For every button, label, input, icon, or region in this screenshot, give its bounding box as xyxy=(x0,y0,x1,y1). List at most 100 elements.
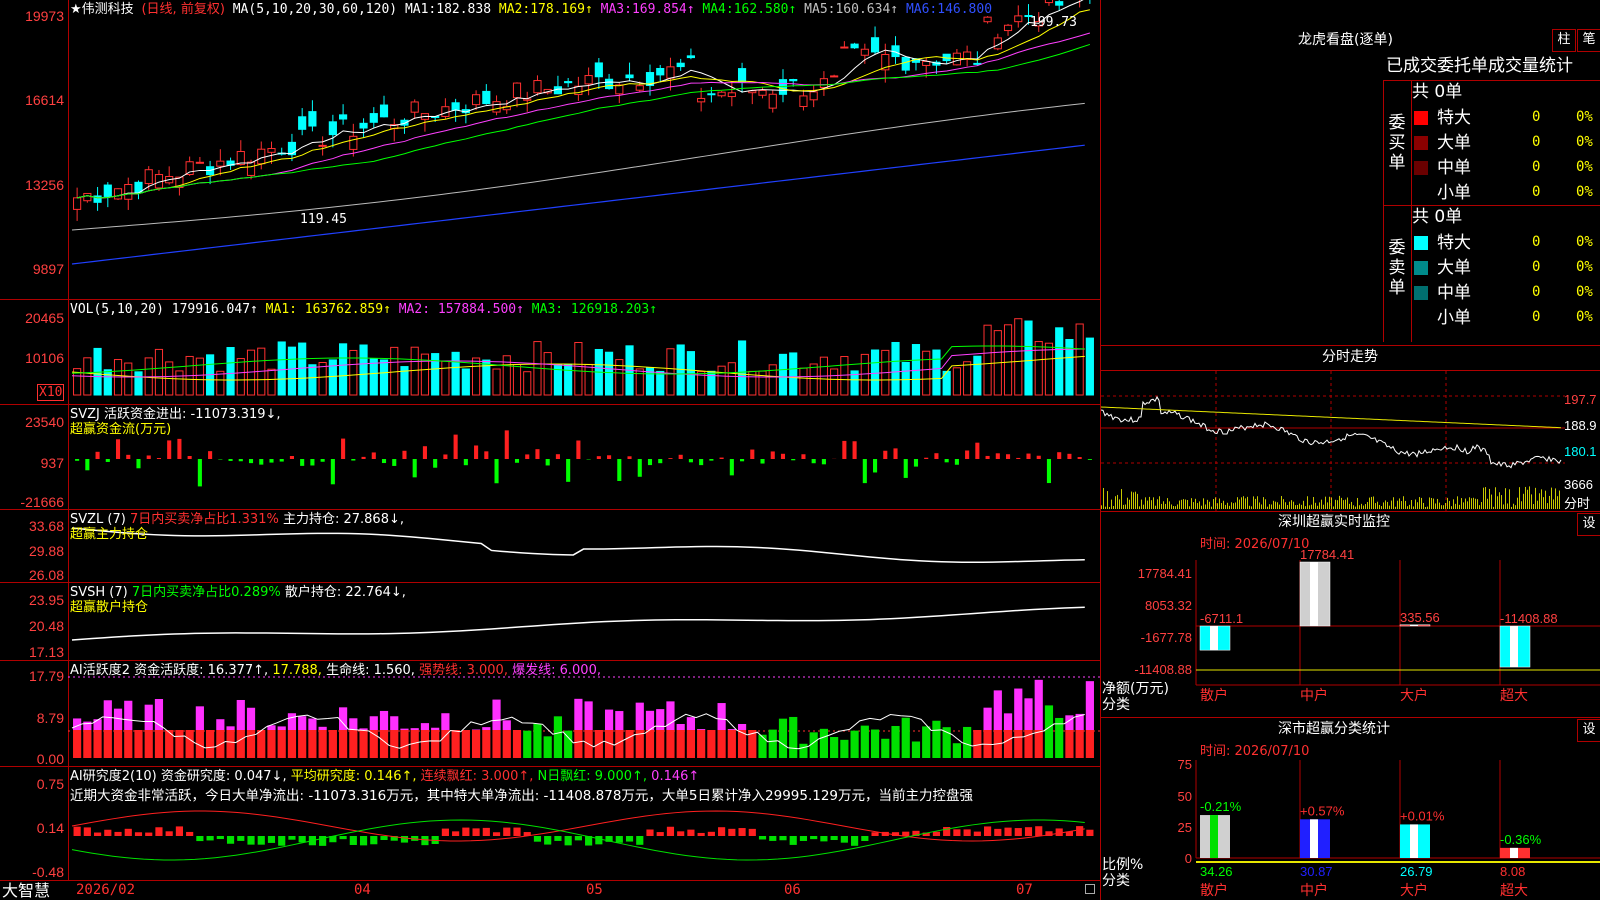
active-bar xyxy=(697,730,706,758)
bar-category: 散户 xyxy=(1200,687,1228,704)
tab-bar[interactable]: 柱 xyxy=(1552,29,1576,52)
kline-chart-canvas[interactable] xyxy=(0,0,1100,900)
intraday-y-2: 188.9 xyxy=(1564,418,1597,433)
intraday-vol-bar xyxy=(1459,504,1460,509)
research-bar xyxy=(1014,828,1022,836)
active-bar-top xyxy=(584,701,593,730)
vol-unit-badge[interactable]: X10 xyxy=(37,384,65,401)
flow-bar xyxy=(341,438,346,459)
research-bar xyxy=(216,836,224,840)
intraday-vol-bar xyxy=(1497,496,1498,509)
classstat-y-2: 25 xyxy=(1178,820,1192,835)
active-bar xyxy=(553,716,563,758)
intraday-vol-bar xyxy=(1107,491,1108,509)
intraday-vol-bar xyxy=(1439,502,1440,509)
classstat-ylabel: 比例% xyxy=(1102,857,1144,873)
flow-bar xyxy=(801,454,806,459)
candle-body xyxy=(615,84,624,95)
svsh-sub: 超赢散户持仓 xyxy=(70,600,149,615)
volume-bar xyxy=(1003,324,1013,396)
active-bar xyxy=(246,730,256,758)
candle-body xyxy=(727,92,736,98)
flow-bar xyxy=(637,459,642,477)
research-bar xyxy=(1076,826,1084,836)
intraday-vol-bar xyxy=(1189,506,1190,509)
intraday-vol-bar xyxy=(1255,498,1256,509)
active-bar xyxy=(973,730,982,758)
intraday-vol-bar xyxy=(1367,501,1368,509)
research-bar xyxy=(1004,827,1012,836)
research-bar xyxy=(196,836,204,842)
research-bar xyxy=(339,836,347,840)
intraday-vol-bar xyxy=(1485,487,1486,509)
active-bar xyxy=(819,728,828,758)
sell-row-1: 大单 0 0% xyxy=(1412,257,1600,279)
ma-line xyxy=(77,32,1091,199)
active-bar xyxy=(175,730,184,758)
active-bar-top xyxy=(369,716,378,730)
intraday-vol: 3666 xyxy=(1564,477,1593,492)
intraday-vol-bar xyxy=(1453,499,1454,509)
research-bar xyxy=(830,836,838,841)
classstat-settings-button[interactable]: 设 xyxy=(1577,719,1600,742)
monitor-settings-button[interactable]: 设 xyxy=(1577,513,1600,536)
ratio-bar-highlight xyxy=(1210,815,1218,858)
intraday-vol-bar xyxy=(1285,502,1286,509)
flow-bar xyxy=(719,457,724,459)
intraday-vol-bar xyxy=(1103,487,1104,509)
candle-body xyxy=(983,16,992,23)
intraday-vol-bar xyxy=(1193,502,1194,509)
ma-line xyxy=(77,0,1084,199)
research-bar xyxy=(646,829,654,836)
svsh-header: SVSH (7) 7日内买卖净占比0.289% 散户持仓: 22.764↓, xyxy=(70,585,406,600)
volume-bar xyxy=(195,357,204,396)
intraday-vol-bar xyxy=(1423,502,1424,509)
intraday-vol-bar xyxy=(1471,498,1472,509)
active-bar xyxy=(666,730,675,758)
intraday-vol-bar xyxy=(1183,499,1184,509)
flow-bar xyxy=(85,459,90,471)
monitor-ylabel: 净额(万元) xyxy=(1102,681,1169,697)
intraday-vol-bar xyxy=(1111,499,1112,509)
active-bar-top xyxy=(482,727,491,730)
ratio-bar-highlight xyxy=(1410,824,1418,858)
flow-bar xyxy=(1016,457,1021,459)
volume-bar xyxy=(431,353,440,396)
intraday-vol-bar xyxy=(1119,499,1120,509)
intraday-vol-bar xyxy=(1343,500,1344,509)
flow-bar xyxy=(821,459,826,465)
intraday-vol-bar xyxy=(1519,487,1520,509)
active-bar xyxy=(922,726,931,758)
flow-bar xyxy=(156,458,162,459)
flow-bar xyxy=(443,454,448,459)
intraday-vol-bar xyxy=(1499,492,1500,509)
volume-bar xyxy=(441,360,450,396)
ma-line xyxy=(77,9,1090,199)
active-bar-top xyxy=(308,718,317,730)
candle-body xyxy=(656,67,665,76)
ratio-bar-highlight xyxy=(1510,847,1518,858)
x-label-4: 06 xyxy=(784,882,801,898)
intraday-vol-bar xyxy=(1509,489,1510,509)
research-bar xyxy=(666,826,675,836)
active-bar xyxy=(206,730,215,758)
intraday-vol-bar xyxy=(1139,506,1140,509)
active-bar-top xyxy=(717,703,726,730)
active-bar xyxy=(93,730,102,758)
active-bar-top xyxy=(236,699,245,730)
active-bar xyxy=(287,730,297,758)
sell-row-2: 中单 0 0% xyxy=(1412,282,1600,304)
svsh-y-2: 20.48 xyxy=(28,618,64,634)
intraday-chart[interactable] xyxy=(1101,371,1565,511)
research-bar xyxy=(769,836,777,841)
ma3: MA3:169.854↑ xyxy=(600,2,695,17)
intraday-vol-bar xyxy=(1299,503,1300,509)
lock-icon[interactable] xyxy=(1085,884,1095,894)
intraday-vol-bar xyxy=(1233,503,1234,509)
dragon-title: 龙虎看盘(逐单) xyxy=(1298,32,1393,48)
intraday-vol-bar xyxy=(1553,499,1554,509)
intraday-vol-bar xyxy=(1405,500,1406,509)
intraday-vol-bar xyxy=(1455,503,1456,509)
tab-tick[interactable]: 笔 xyxy=(1577,29,1600,52)
volume-bar xyxy=(778,353,788,396)
